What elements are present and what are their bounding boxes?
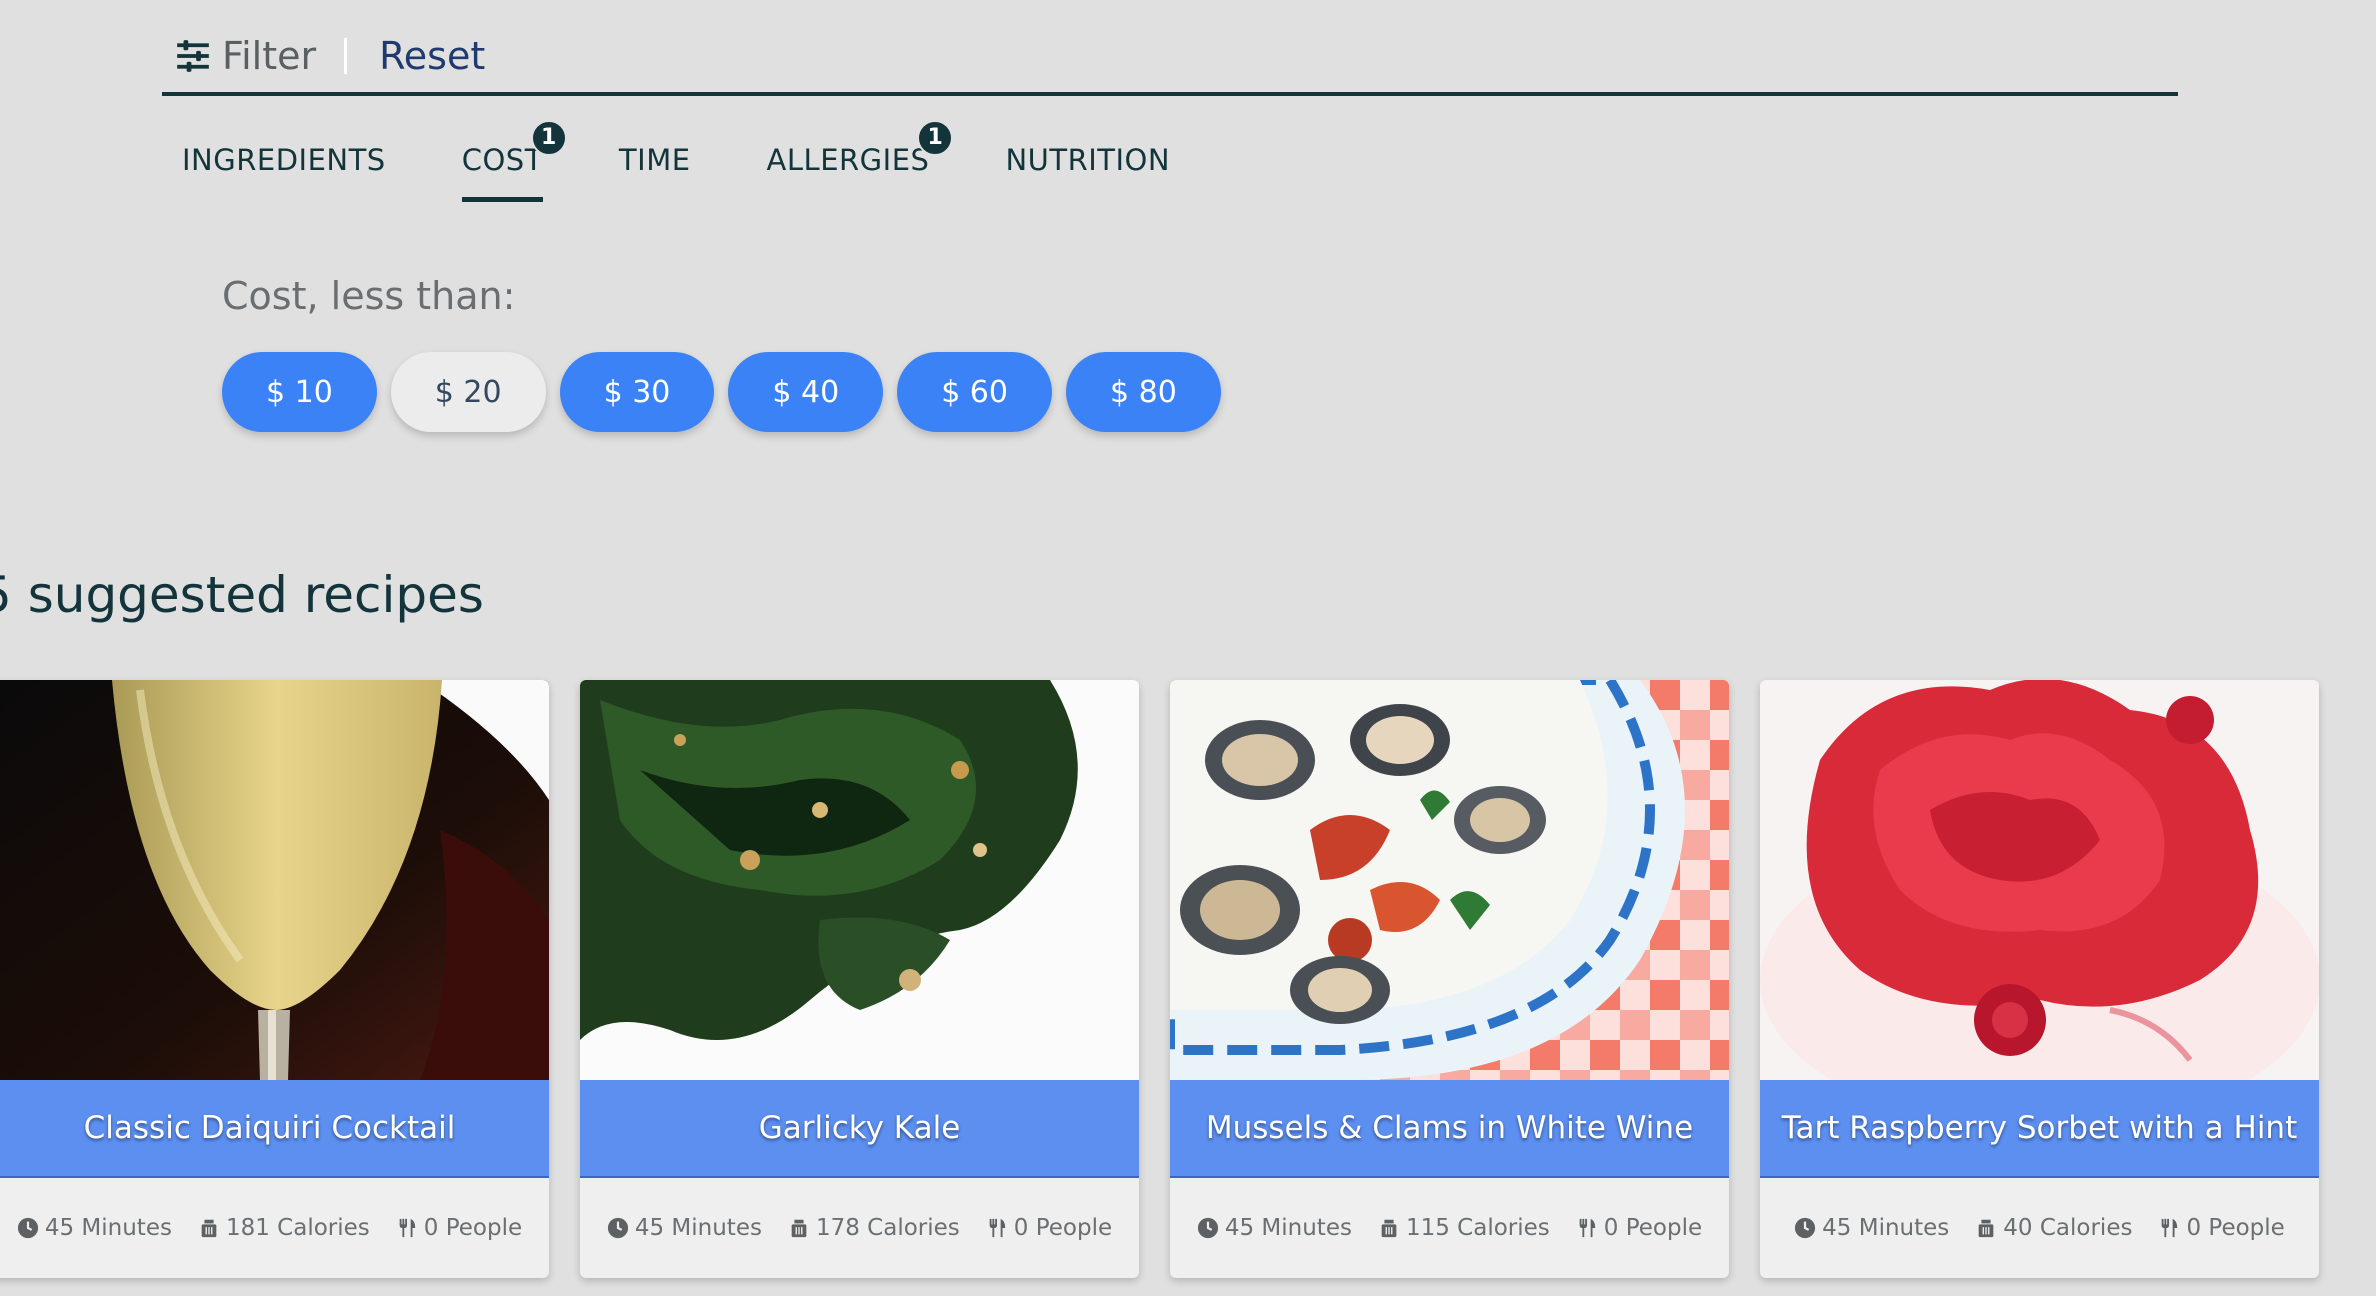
recipe-finder-page: Filter Reset INGREDIENTS COST 1 TIME ALL… xyxy=(0,0,2376,1296)
recipe-image-daiquiri xyxy=(0,680,549,1080)
calories-icon xyxy=(1381,1219,1397,1238)
filter-button[interactable]: Filter xyxy=(162,34,316,78)
tab-cost[interactable]: COST 1 xyxy=(461,120,567,206)
recipe-title: Mussels & Clams in White Wine xyxy=(1170,1080,1729,1178)
recipe-servings-value: 0 People xyxy=(1013,1215,1113,1241)
tab-label: COST xyxy=(461,143,543,177)
recipe-title: Classic Daiquiri Cocktail xyxy=(0,1080,549,1178)
recipe-calories-value: 115 Calories xyxy=(1405,1215,1550,1241)
recipe-card[interactable]: Mussels & Clams in White Wine 45 Minutes… xyxy=(1170,680,1729,1278)
tab-label: ALLERGIES xyxy=(766,143,930,177)
recipe-image-kale xyxy=(580,680,1139,1080)
recipe-time-value: 45 Minutes xyxy=(1822,1215,1950,1241)
recipe-meta: 45 Minutes 115 Calories 0 People xyxy=(1170,1178,1729,1278)
price-options: $ 10 $ 20 $ 30 $ 40 $ 60 $ 80 xyxy=(222,352,1235,432)
utensils-icon xyxy=(1579,1218,1596,1238)
recipe-card[interactable]: Garlicky Kale 45 Minutes 178 Calories 0 … xyxy=(580,680,1139,1278)
tab-label: TIME xyxy=(618,143,691,177)
utensils-icon xyxy=(989,1218,1006,1238)
recipe-servings-value: 0 People xyxy=(1603,1215,1703,1241)
price-option-80[interactable]: $ 80 xyxy=(1065,352,1221,432)
recipe-servings-value: 0 People xyxy=(2186,1215,2285,1241)
tab-count-badge: 1 xyxy=(530,120,567,156)
recipe-card[interactable]: Tart Raspberry Sorbet with a Hint 45 Min… xyxy=(1760,680,2319,1278)
recipe-meta: 45 Minutes 40 Calories 0 People xyxy=(1760,1178,2319,1278)
filter-divider xyxy=(344,38,348,74)
filter-label: Filter xyxy=(222,34,317,78)
tab-time[interactable]: TIME xyxy=(619,136,691,206)
tab-label: NUTRITION xyxy=(1005,143,1171,177)
recipe-calories-value: 40 Calories xyxy=(2003,1215,2133,1241)
recipe-servings: 0 People xyxy=(1576,1215,1702,1241)
recipe-calories-value: 178 Calories xyxy=(815,1215,960,1241)
recipe-calories: 178 Calories xyxy=(788,1215,960,1241)
recipe-servings: 0 People xyxy=(2158,1215,2285,1241)
recipe-card[interactable]: Classic Daiquiri Cocktail 45 Minutes 181… xyxy=(0,680,549,1278)
recipe-servings: 0 People xyxy=(986,1215,1112,1241)
clock-icon xyxy=(607,1217,628,1239)
calories-icon xyxy=(791,1219,807,1238)
sliders-icon xyxy=(177,40,209,72)
results-heading: 5 suggested recipes xyxy=(0,566,484,624)
recipe-calories: 40 Calories xyxy=(1975,1215,2132,1241)
recipe-meta: 45 Minutes 178 Calories 0 People xyxy=(580,1178,1139,1278)
recipe-time: 45 Minutes xyxy=(17,1215,172,1241)
tab-count-badge: 1 xyxy=(917,120,954,156)
recipe-time: 45 Minutes xyxy=(607,1215,762,1241)
calories-icon xyxy=(201,1219,217,1238)
price-option-40[interactable]: $ 40 xyxy=(728,352,884,432)
price-option-20[interactable]: $ 20 xyxy=(390,352,546,432)
recipe-calories: 181 Calories xyxy=(198,1215,370,1241)
recipe-title: Garlicky Kale xyxy=(580,1080,1139,1178)
recipe-meta: 45 Minutes 181 Calories 0 People xyxy=(0,1178,549,1278)
filter-bar: Filter Reset xyxy=(162,20,2178,96)
recipe-time: 45 Minutes xyxy=(1794,1215,1949,1241)
price-option-30[interactable]: $ 30 xyxy=(559,352,715,432)
recipe-servings-value: 0 People xyxy=(423,1215,523,1241)
recipe-calories: 115 Calories xyxy=(1378,1215,1550,1241)
tab-allergies[interactable]: ALLERGIES 1 xyxy=(766,120,954,206)
clock-icon xyxy=(1795,1217,1816,1239)
recipe-time-value: 45 Minutes xyxy=(1224,1215,1352,1241)
recipe-image-sorbet xyxy=(1760,680,2319,1080)
clock-icon xyxy=(17,1217,38,1239)
utensils-icon xyxy=(2162,1218,2178,1238)
calories-icon xyxy=(1978,1219,1994,1238)
utensils-icon xyxy=(399,1218,416,1238)
filter-tabs: INGREDIENTS COST 1 TIME ALLERGIES 1 NUTR… xyxy=(182,120,1246,206)
price-option-10[interactable]: $ 10 xyxy=(222,352,377,432)
recipe-time-value: 45 Minutes xyxy=(634,1215,762,1241)
recipe-title: Tart Raspberry Sorbet with a Hint xyxy=(1760,1080,2319,1178)
tab-ingredients[interactable]: INGREDIENTS xyxy=(182,136,386,206)
recipe-calories-value: 181 Calories xyxy=(225,1215,370,1241)
tab-nutrition[interactable]: NUTRITION xyxy=(1005,136,1170,206)
tab-label: INGREDIENTS xyxy=(182,143,386,177)
clock-icon xyxy=(1197,1217,1218,1239)
price-option-60[interactable]: $ 60 xyxy=(897,352,1052,432)
recipe-image-mussels xyxy=(1170,680,1729,1080)
cost-filter-label: Cost, less than: xyxy=(222,274,516,318)
reset-button[interactable]: Reset xyxy=(379,34,485,78)
recipe-time: 45 Minutes xyxy=(1197,1215,1352,1241)
recipe-servings: 0 People xyxy=(396,1215,522,1241)
recipe-time-value: 45 Minutes xyxy=(44,1215,172,1241)
